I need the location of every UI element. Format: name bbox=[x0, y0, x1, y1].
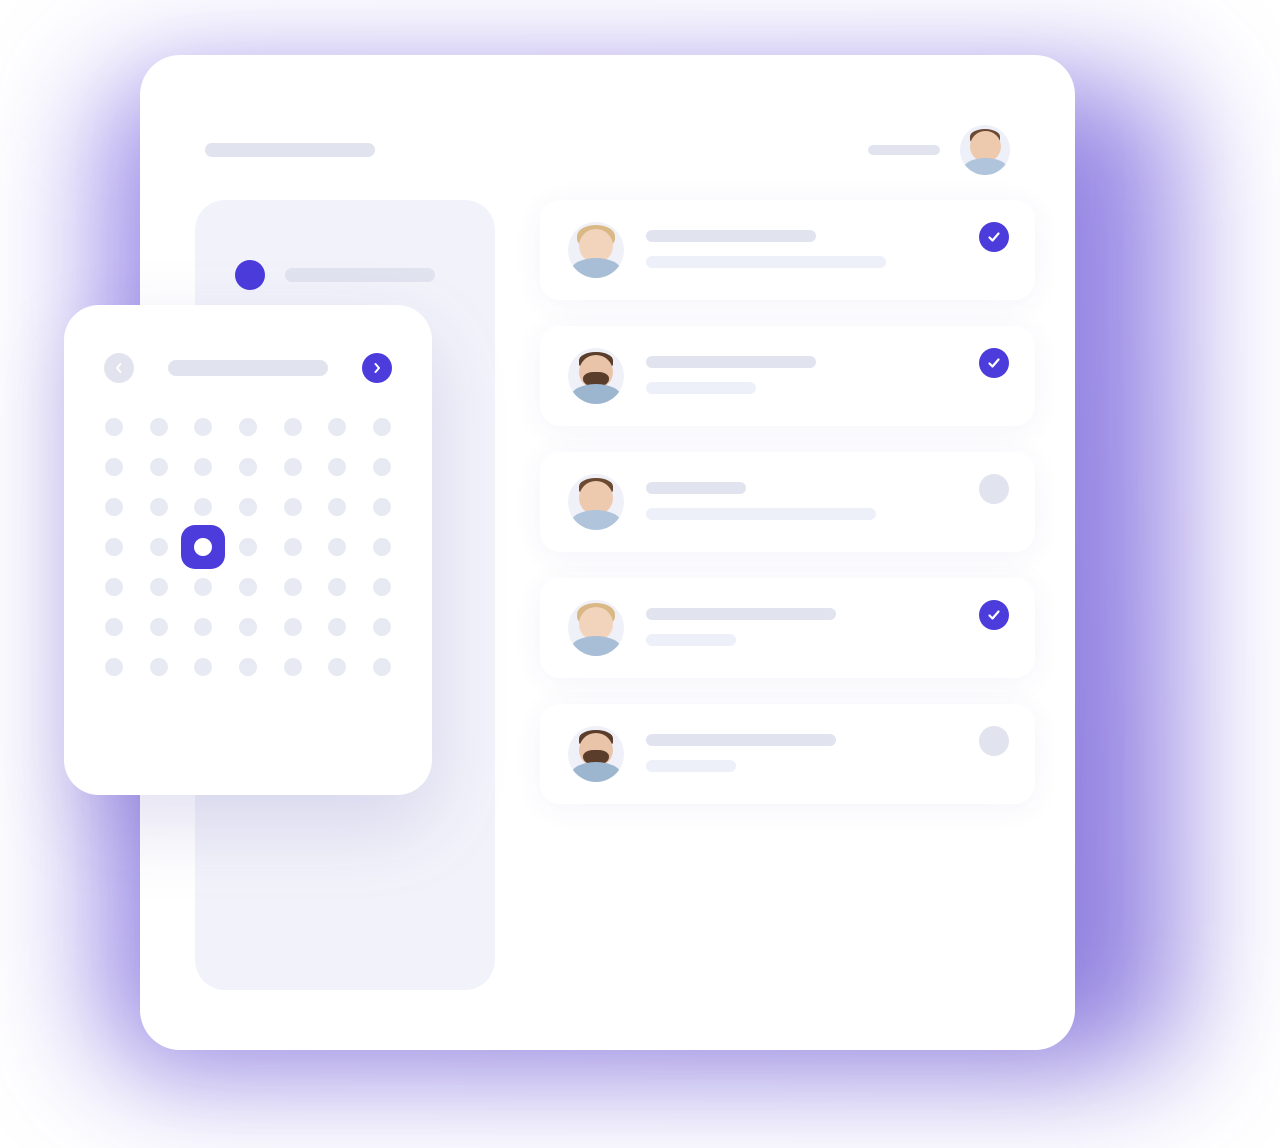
list-cards: placeholder-person-1 placeholder-person-2… bbox=[540, 200, 1035, 804]
calendar-day[interactable] bbox=[284, 618, 302, 636]
sidebar-item-label: placeholder-item-1 bbox=[285, 268, 435, 282]
calendar-month-label: placeholder-month bbox=[168, 360, 328, 376]
list-item[interactable]: placeholder-person-5 bbox=[540, 704, 1035, 804]
calendar-day[interactable] bbox=[194, 498, 212, 516]
calendar-day[interactable] bbox=[239, 498, 257, 516]
calendar-day[interactable] bbox=[105, 658, 123, 676]
calendar-day[interactable] bbox=[105, 618, 123, 636]
list-item-title: placeholder-person-1 bbox=[646, 230, 816, 242]
calendar-day[interactable] bbox=[284, 498, 302, 516]
calendar-day[interactable] bbox=[373, 578, 391, 596]
calendar-day[interactable] bbox=[239, 658, 257, 676]
calendar-day[interactable] bbox=[328, 498, 346, 516]
calendar-day[interactable] bbox=[150, 418, 168, 436]
calendar-day[interactable] bbox=[239, 458, 257, 476]
list-item-subtitle bbox=[646, 634, 736, 646]
check-icon[interactable] bbox=[979, 222, 1009, 252]
calendar-day[interactable] bbox=[373, 658, 391, 676]
list-item-title: placeholder-person-3 bbox=[646, 482, 746, 494]
list-item-subtitle bbox=[646, 508, 876, 520]
calendar-day[interactable] bbox=[150, 498, 168, 516]
calendar-day[interactable] bbox=[105, 498, 123, 516]
list-item-title: placeholder-person-2 bbox=[646, 356, 816, 368]
calendar-day[interactable] bbox=[194, 618, 212, 636]
list-item-subtitle bbox=[646, 382, 756, 394]
avatar[interactable] bbox=[960, 125, 1010, 175]
list-item[interactable]: placeholder-person-2 bbox=[540, 326, 1035, 426]
calendar-day[interactable] bbox=[328, 538, 346, 556]
calendar-grid bbox=[104, 418, 392, 676]
calendar-day[interactable] bbox=[239, 418, 257, 436]
calendar-day[interactable] bbox=[284, 538, 302, 556]
check-icon[interactable] bbox=[979, 600, 1009, 630]
calendar-day[interactable] bbox=[373, 458, 391, 476]
calendar-day[interactable] bbox=[373, 498, 391, 516]
list-item[interactable]: placeholder-person-3 bbox=[540, 452, 1035, 552]
avatar bbox=[568, 726, 624, 782]
status-dot-icon[interactable] bbox=[979, 726, 1009, 756]
calendar-day[interactable] bbox=[150, 658, 168, 676]
calendar-day[interactable] bbox=[328, 458, 346, 476]
avatar bbox=[568, 222, 624, 278]
avatar bbox=[568, 348, 624, 404]
check-icon[interactable] bbox=[979, 348, 1009, 378]
calendar-day[interactable] bbox=[150, 458, 168, 476]
calendar-day[interactable] bbox=[150, 578, 168, 596]
page-title: placeholder-title bbox=[205, 143, 375, 157]
list-item-subtitle bbox=[646, 760, 736, 772]
calendar-day[interactable] bbox=[194, 658, 212, 676]
calendar-day[interactable] bbox=[150, 618, 168, 636]
avatar bbox=[568, 474, 624, 530]
calendar-day[interactable] bbox=[328, 658, 346, 676]
calendar-day[interactable] bbox=[105, 418, 123, 436]
calendar-day[interactable] bbox=[373, 418, 391, 436]
calendar-day[interactable] bbox=[284, 578, 302, 596]
status-dot-icon[interactable] bbox=[979, 474, 1009, 504]
calendar-day[interactable] bbox=[239, 618, 257, 636]
list-item-title: placeholder-person-5 bbox=[646, 734, 836, 746]
calendar-day[interactable] bbox=[105, 538, 123, 556]
calendar-day[interactable] bbox=[373, 618, 391, 636]
list-item[interactable]: placeholder-person-4 bbox=[540, 578, 1035, 678]
header: placeholder-title placeholder-user bbox=[205, 125, 1010, 175]
calendar-day[interactable] bbox=[284, 458, 302, 476]
list-item-title: placeholder-person-4 bbox=[646, 608, 836, 620]
avatar bbox=[568, 600, 624, 656]
list-item-subtitle bbox=[646, 256, 886, 268]
sidebar-dot-icon bbox=[235, 260, 265, 290]
calendar-day[interactable] bbox=[328, 618, 346, 636]
sidebar-item-1[interactable]: placeholder-item-1 bbox=[235, 260, 455, 290]
calendar-day[interactable] bbox=[284, 658, 302, 676]
calendar-day[interactable] bbox=[328, 418, 346, 436]
calendar-widget: placeholder-month bbox=[64, 305, 432, 795]
calendar-day[interactable] bbox=[105, 578, 123, 596]
calendar-day[interactable] bbox=[239, 538, 257, 556]
user-label: placeholder-user bbox=[868, 145, 940, 155]
calendar-next-button[interactable] bbox=[362, 353, 392, 383]
calendar-day[interactable] bbox=[373, 538, 391, 556]
calendar-day[interactable] bbox=[194, 458, 212, 476]
calendar-day[interactable] bbox=[194, 418, 212, 436]
calendar-day[interactable] bbox=[239, 578, 257, 596]
calendar-day[interactable] bbox=[328, 578, 346, 596]
calendar-day[interactable] bbox=[284, 418, 302, 436]
calendar-day-selected[interactable] bbox=[181, 525, 225, 569]
calendar-day[interactable] bbox=[150, 538, 168, 556]
calendar-day[interactable] bbox=[194, 578, 212, 596]
calendar-prev-button[interactable] bbox=[104, 353, 134, 383]
list-item[interactable]: placeholder-person-1 bbox=[540, 200, 1035, 300]
calendar-day[interactable] bbox=[105, 458, 123, 476]
